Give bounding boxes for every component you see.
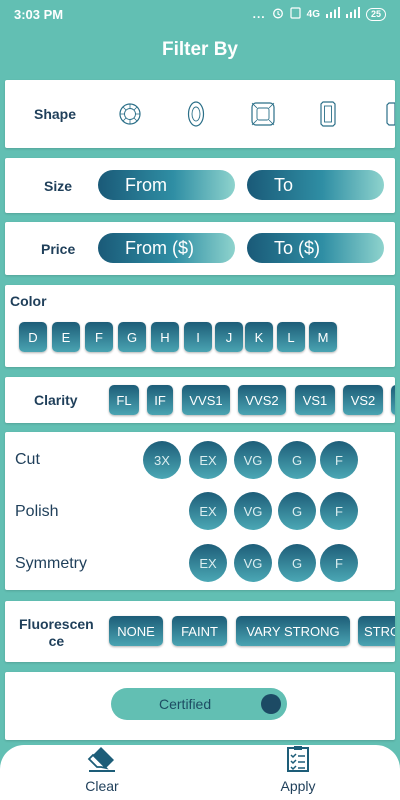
clarity-chip-vs2[interactable]: VS2 (343, 385, 383, 415)
symmetry-option-g[interactable]: G (278, 544, 316, 582)
color-chip-h[interactable]: H (151, 322, 179, 352)
color-chip-d[interactable]: D (19, 322, 47, 352)
price-label: Price (41, 241, 76, 257)
battery-level: 25 (370, 9, 381, 19)
color-chip-e[interactable]: E (52, 322, 80, 352)
polish-label: Polish (15, 503, 59, 520)
status-time: 3:03 PM (14, 6, 64, 22)
clarity-label: Clarity (34, 392, 78, 408)
cut-option-f[interactable]: F (320, 441, 358, 479)
status-bar: 3:03 PM ... 4G 25 (0, 0, 400, 28)
cut-polish-symmetry-card: Cut 3X EX VG G F Polish EX VG G F Symmet… (5, 432, 395, 590)
oval-diamond-icon[interactable] (187, 100, 205, 133)
symmetry-option-vg[interactable]: VG (234, 544, 272, 582)
color-label: Color (10, 293, 47, 309)
eraser-icon (87, 745, 117, 778)
clarity-card: Clarity FL IF VVS1 VVS2 VS1 VS2 (5, 377, 395, 423)
polish-option-vg[interactable]: VG (234, 492, 272, 530)
alarm-icon (272, 7, 284, 22)
checklist-icon (285, 745, 311, 778)
cut-option-ex[interactable]: EX (189, 441, 227, 479)
clarity-chip-overflow[interactable] (391, 385, 395, 415)
cut-option-3x[interactable]: 3X (143, 441, 181, 479)
fluorescence-label-line1: Fluorescen (19, 616, 94, 632)
clarity-chip-vvs2[interactable]: VVS2 (238, 385, 286, 415)
signal-icon-2 (345, 7, 360, 21)
cut-label: Cut (15, 451, 40, 468)
battery-icon: 25 (365, 7, 386, 21)
certified-label: Certified (159, 696, 212, 712)
shape-card: Shape (5, 80, 396, 148)
fluorescence-label-line2: ce (48, 633, 65, 649)
clarity-chip-vvs1[interactable]: VVS1 (182, 385, 230, 415)
polish-option-ex[interactable]: EX (189, 492, 227, 530)
fluorescence-chip-none[interactable]: NONE (109, 616, 163, 646)
size-label: Size (44, 178, 73, 194)
page-title: Filter By (161, 39, 239, 60)
emerald-diamond-icon[interactable] (319, 100, 337, 133)
color-chip-i[interactable]: I (184, 322, 212, 352)
round-diamond-icon[interactable] (118, 102, 142, 131)
apply-label: Apply (280, 778, 316, 794)
color-card: Color D E F G H I J K L M (5, 285, 395, 367)
clear-label: Clear (85, 778, 119, 794)
price-card: Price From ($) To ($) (5, 222, 395, 275)
price-to-input[interactable]: To ($) (247, 233, 384, 263)
size-to-input[interactable]: To (247, 170, 384, 200)
symmetry-label: Symmetry (15, 555, 87, 572)
apply-button[interactable]: Apply (238, 745, 358, 800)
clarity-chip-if[interactable]: IF (147, 385, 173, 415)
signal-icon (325, 7, 340, 21)
network-label: 4G (306, 8, 320, 20)
shape-label: Shape (34, 106, 77, 122)
color-chip-j[interactable]: J (215, 322, 243, 352)
color-chip-g[interactable]: G (118, 322, 146, 352)
fluorescence-label: Fluorescen ce (19, 616, 94, 650)
color-chip-l[interactable]: L (277, 322, 305, 352)
polish-option-f[interactable]: F (320, 492, 358, 530)
fluorescence-card: Fluorescen ce NONE FAINT VARY STRONG STR… (5, 601, 395, 662)
symmetry-option-ex[interactable]: EX (189, 544, 227, 582)
certified-card: Certified (5, 672, 395, 740)
certified-toggle[interactable]: Certified (111, 688, 287, 720)
polish-option-g[interactable]: G (278, 492, 316, 530)
fluorescence-chip-faint[interactable]: FAINT (172, 616, 227, 646)
fluorescence-chip-strong[interactable]: STRO (358, 616, 395, 646)
clarity-chip-fl[interactable]: FL (109, 385, 139, 415)
toggle-knob (261, 694, 281, 714)
clarity-chip-vs1[interactable]: VS1 (295, 385, 335, 415)
cushion-diamond-icon[interactable] (250, 101, 276, 132)
more-dots: ... (252, 7, 266, 21)
status-icons: ... 4G 25 (252, 6, 386, 22)
bottom-bar: Clear Apply (0, 745, 400, 800)
color-chip-k[interactable]: K (245, 322, 273, 352)
radiant-diamond-icon[interactable] (385, 101, 396, 132)
clear-button[interactable]: Clear (42, 745, 162, 800)
symmetry-option-f[interactable]: F (320, 544, 358, 582)
price-from-input[interactable]: From ($) (98, 233, 235, 263)
color-chip-f[interactable]: F (85, 322, 113, 352)
fluorescence-chip-vary-strong[interactable]: VARY STRONG (236, 616, 350, 646)
cut-option-vg[interactable]: VG (234, 441, 272, 479)
cut-option-g[interactable]: G (278, 441, 316, 479)
size-card: Size From To (5, 158, 395, 213)
sim-icon (290, 6, 301, 22)
color-chip-m[interactable]: M (309, 322, 337, 352)
size-from-input[interactable]: From (98, 170, 235, 200)
